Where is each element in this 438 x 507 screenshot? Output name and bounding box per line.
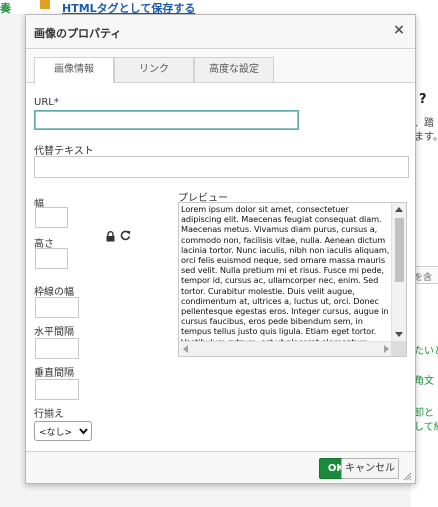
dialog-footer: OK キャンセル [26, 451, 415, 483]
width-input[interactable] [35, 207, 68, 228]
reset-size-icon[interactable] [120, 230, 131, 241]
background-green-text: して維 [414, 422, 438, 433]
background-help-mark: ? [419, 92, 427, 107]
scrollbar-corner [391, 341, 406, 356]
lock-icon[interactable] [106, 231, 115, 242]
hspace-input[interactable] [35, 338, 79, 359]
hspace-label: 水平間隔 [34, 327, 74, 338]
background-green-text: たいと [414, 346, 438, 357]
close-icon[interactable]: × [391, 22, 407, 38]
background-text-line: 、踏 [414, 118, 434, 129]
background-text-line: ます。 [414, 132, 438, 143]
border-input[interactable] [35, 297, 79, 318]
vspace-input[interactable] [35, 379, 79, 400]
tab-link[interactable]: リンク [114, 57, 194, 83]
url-label: URL* [34, 97, 59, 108]
tab-image-info[interactable]: 画像情報 [34, 57, 114, 84]
background-green-text: 角文 [414, 376, 434, 387]
tab-advanced[interactable]: 高度な設定 [194, 57, 274, 83]
alt-text-input[interactable] [34, 156, 409, 178]
scroll-left-icon[interactable] [183, 345, 188, 353]
alignment-label: 行揃え [34, 409, 64, 420]
dialog-titlebar[interactable]: 画像のプロパティ × [26, 15, 415, 49]
scroll-down-icon[interactable] [395, 332, 403, 337]
background-green-text: 卸と [414, 408, 434, 419]
scroll-thumb[interactable] [395, 218, 404, 282]
image-properties-dialog: 画像のプロパティ × 画像情報 リンク 高度な設定 URL* 代替テキスト 幅 … [25, 14, 416, 484]
scroll-right-icon[interactable] [384, 345, 389, 353]
preview-horizontal-scrollbar[interactable] [179, 341, 393, 356]
chevron-down-icon [79, 427, 88, 435]
background-badge-icon [40, 0, 50, 9]
preview-box: Lorem ipsum dolor sit amet, consectetuer… [178, 202, 407, 357]
dialog-title: 画像のプロパティ [34, 27, 122, 40]
preview-text: Lorem ipsum dolor sit amet, consectetuer… [181, 204, 390, 342]
scroll-up-icon[interactable] [395, 207, 403, 212]
border-label: 枠線の幅 [34, 287, 74, 298]
alignment-select[interactable]: <なし> [34, 421, 92, 441]
url-input[interactable] [34, 110, 299, 130]
cancel-button[interactable]: キャンセル [341, 458, 399, 479]
alt-text-label: 代替テキスト [34, 146, 94, 157]
resize-grip-icon[interactable] [403, 471, 412, 481]
alignment-select-value: <なし> [39, 428, 73, 438]
tab-bar: 画像情報 リンク 高度な設定 [26, 50, 415, 84]
height-input[interactable] [35, 248, 68, 269]
vspace-label: 垂直間隔 [34, 368, 74, 379]
preview-vertical-scrollbar[interactable] [391, 203, 406, 341]
background-top-text: 奏 [0, 2, 11, 15]
